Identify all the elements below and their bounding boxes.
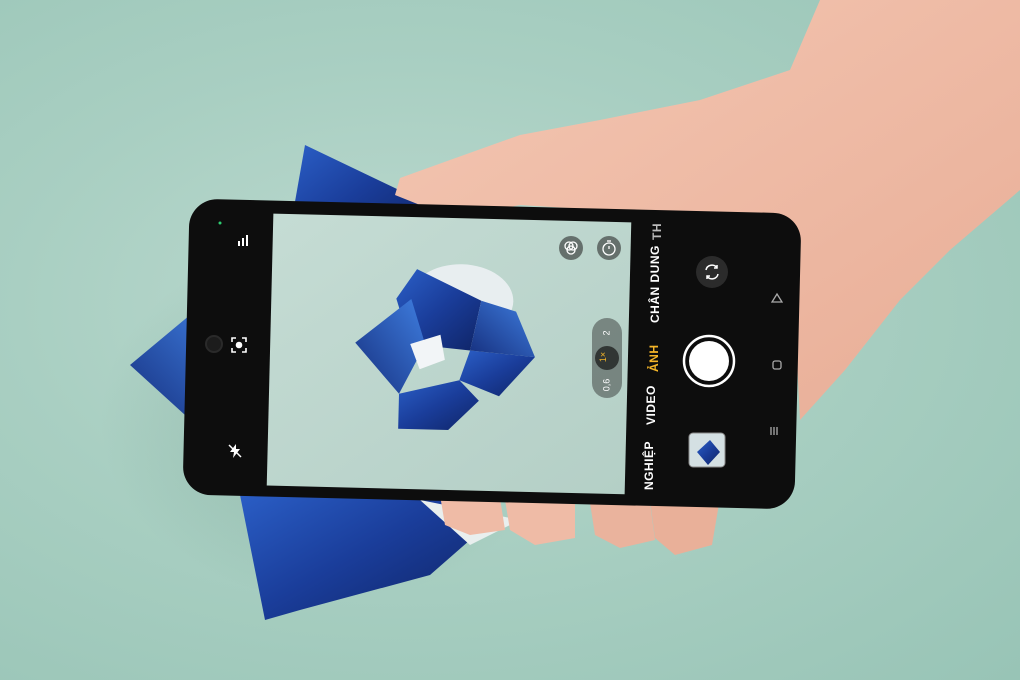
filters-button[interactable]: [559, 236, 583, 260]
zoom-normal-button[interactable]: 1×: [595, 346, 619, 370]
zoom-selector[interactable]: 2 1× 0,6: [592, 318, 622, 398]
nav-back-icon[interactable]: [770, 291, 784, 303]
status-dot: [218, 221, 222, 225]
switch-camera-button[interactable]: [696, 256, 728, 288]
mode-more[interactable]: TH: [650, 223, 664, 240]
mode-portrait[interactable]: CHÂN DUNG: [648, 245, 662, 323]
shutter-button[interactable]: [682, 334, 736, 388]
signal-bars-icon[interactable]: [236, 233, 250, 247]
timer-icon: [602, 240, 616, 256]
zoom-tele[interactable]: 2: [602, 330, 612, 335]
timer-button[interactable]: [597, 236, 621, 260]
mode-pro[interactable]: NGHIỆP: [642, 441, 656, 490]
switch-camera-icon: [705, 264, 719, 280]
flash-off-icon[interactable]: [227, 443, 243, 459]
zoom-normal: 1×: [598, 351, 609, 363]
gallery-thumbnail[interactable]: [688, 432, 726, 468]
filters-icon: [564, 241, 578, 255]
mode-video[interactable]: VIDEO: [644, 385, 658, 425]
focus-frame-icon[interactable]: [231, 337, 247, 353]
front-camera: [205, 335, 223, 353]
zoom-wide[interactable]: 0,6: [601, 379, 611, 392]
photo-scene: [100, 0, 1020, 620]
mode-photo[interactable]: ẢNH: [647, 345, 661, 373]
nav-home-icon[interactable]: [771, 358, 783, 370]
nav-recent-icon[interactable]: [768, 424, 780, 436]
